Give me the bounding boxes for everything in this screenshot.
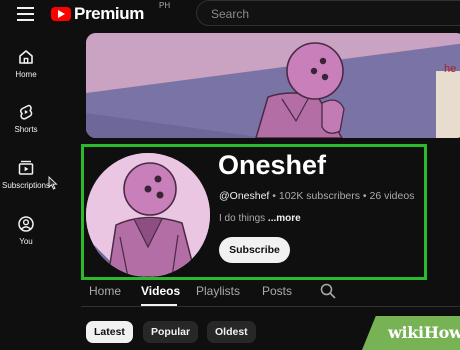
youtube-play-icon xyxy=(51,7,71,21)
sidebar-item-label: Shorts xyxy=(14,125,38,134)
tab-divider xyxy=(81,306,460,307)
channel-avatar[interactable] xyxy=(86,153,210,277)
sidebar-item-shorts[interactable]: Shorts xyxy=(0,103,52,134)
top-bar: Premium PH xyxy=(0,0,460,28)
filter-chip-latest[interactable]: Latest xyxy=(86,321,133,343)
wikihow-watermark: wikiHow xyxy=(388,323,460,342)
subscribe-button[interactable]: Subscribe xyxy=(219,237,290,263)
channel-description[interactable]: I do things ...more xyxy=(219,213,301,224)
subscriptions-icon xyxy=(18,160,34,175)
sidebar-item-subscriptions[interactable]: Subscriptions xyxy=(0,159,52,190)
filter-chip-oldest[interactable]: Oldest xyxy=(207,321,256,343)
channel-handle: @Oneshef xyxy=(219,190,270,202)
search-box[interactable] xyxy=(196,0,460,26)
home-icon xyxy=(19,50,33,64)
sidebar-item-home[interactable]: Home xyxy=(0,48,52,79)
sidebar-item-you[interactable]: You xyxy=(0,215,52,246)
avatar-illustration xyxy=(86,153,210,277)
mouse-cursor-icon xyxy=(48,176,58,190)
sidebar-item-label: You xyxy=(19,237,33,246)
channel-meta: @Oneshef • 102K subscribers • 26 videos xyxy=(219,190,414,202)
country-code: PH xyxy=(159,1,171,10)
tab-home[interactable]: Home xyxy=(89,284,121,298)
more-link[interactable]: ...more xyxy=(268,213,301,224)
search-input[interactable] xyxy=(209,3,453,25)
description-text: I do things xyxy=(219,213,268,224)
logo-text: Premium xyxy=(74,4,144,23)
channel-name: Oneshef xyxy=(218,150,327,180)
sidebar-item-label: Home xyxy=(15,70,37,79)
banner-partial-text: he xyxy=(444,63,457,75)
tab-posts[interactable]: Posts xyxy=(262,284,292,298)
sidebar-item-label: Subscriptions xyxy=(1,181,51,190)
banner-illustration xyxy=(86,33,460,138)
channel-stats: • 102K subscribers • 26 videos xyxy=(269,190,415,202)
menu-icon[interactable] xyxy=(16,7,36,21)
tab-videos[interactable]: Videos xyxy=(141,284,180,298)
shorts-icon xyxy=(19,104,33,120)
youtube-premium-logo[interactable]: Premium xyxy=(51,4,144,24)
filter-chip-popular[interactable]: Popular xyxy=(143,321,199,343)
search-icon[interactable] xyxy=(320,283,336,299)
channel-banner: he xyxy=(86,33,460,138)
tab-playlists[interactable]: Playlists xyxy=(196,284,240,298)
account-icon xyxy=(18,216,34,232)
